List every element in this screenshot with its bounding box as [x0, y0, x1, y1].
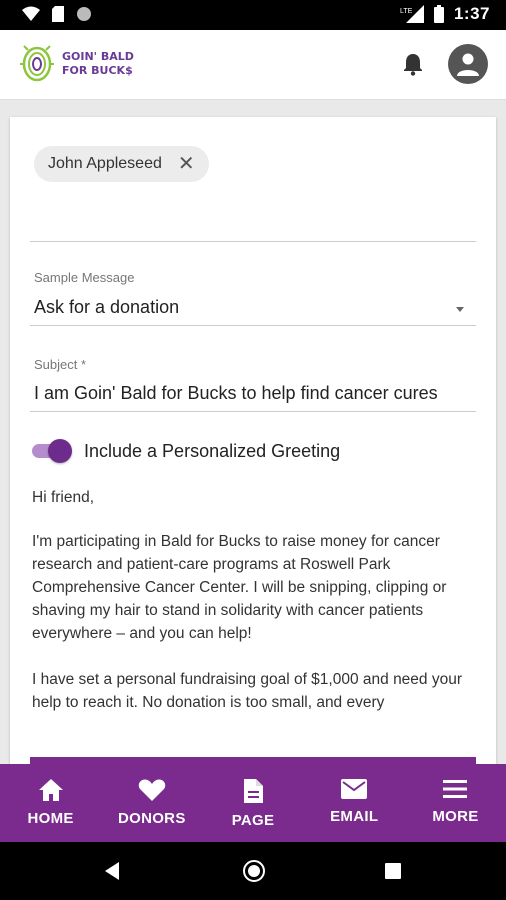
nav-donors-label: DONORS	[117, 810, 186, 827]
menu-icon	[443, 780, 468, 798]
logo-line-2: FOR BUCK$	[62, 64, 133, 77]
nav-page-label: PAGE	[231, 812, 275, 829]
sample-message-label: Sample Message	[34, 270, 135, 285]
subject-input[interactable]: I am Goin' Bald for Bucks to help find c…	[34, 383, 480, 404]
nav-email[interactable]: EMAIL	[304, 764, 405, 842]
sample-message-select[interactable]: Ask for a donation	[34, 297, 179, 318]
app-bar: GOIN' BALD FOR BUCK$	[0, 30, 506, 100]
compose-card: John Appleseed ✕ Sample Message Ask for …	[10, 117, 496, 764]
subject-label: Subject *	[34, 357, 87, 372]
nav-donors[interactable]: DONORS	[101, 764, 202, 842]
lte-signal-icon: LTE	[400, 5, 424, 23]
message-paragraph-1[interactable]: I'm participating in Bald for Bucks to r…	[32, 530, 482, 645]
compose-email-screen: John Appleseed ✕ Sample Message Ask for …	[0, 101, 506, 764]
message-paragraph-2[interactable]: I have set a personal fundraising goal o…	[32, 668, 482, 714]
remove-recipient-icon[interactable]: ✕	[178, 154, 195, 174]
nav-home[interactable]: HOME	[0, 764, 101, 842]
battery-icon	[433, 5, 444, 23]
notifications-bell-icon[interactable]	[402, 52, 424, 76]
nav-email-label: EMAIL	[330, 808, 379, 825]
back-icon[interactable]	[103, 861, 121, 881]
personalized-greeting-toggle[interactable]	[32, 439, 72, 463]
dropdown-arrow-icon[interactable]	[456, 307, 464, 312]
clock: 1:37	[453, 4, 490, 23]
logo-text: GOIN' BALD FOR BUCK$	[62, 50, 134, 78]
logo-mark-icon	[20, 45, 54, 82]
person-icon	[457, 53, 479, 76]
sd-card-icon	[52, 6, 64, 22]
nav-more-label: MORE	[432, 808, 479, 825]
subject-underline	[30, 411, 476, 412]
greeting-text[interactable]: Hi friend,	[32, 486, 482, 509]
account-avatar[interactable]	[448, 44, 488, 84]
bottom-navigation: HOME DONORS PAGE EMAIL MORE	[0, 764, 506, 842]
wifi-icon	[22, 6, 40, 21]
svg-text:LTE: LTE	[400, 8, 413, 15]
recents-icon[interactable]	[385, 863, 401, 879]
nav-more[interactable]: MORE	[405, 764, 506, 842]
app-logo[interactable]: GOIN' BALD FOR BUCK$	[18, 42, 134, 86]
recipient-chip[interactable]: John Appleseed ✕	[34, 146, 209, 182]
home-circle-icon[interactable]	[242, 859, 266, 883]
nav-page[interactable]: PAGE	[202, 764, 303, 842]
home-icon	[38, 779, 63, 801]
sample-message-underline	[30, 325, 476, 326]
circle-notification-icon	[77, 7, 91, 21]
personalized-greeting-label: Include a Personalized Greeting	[84, 441, 341, 461]
nav-home-label: HOME	[27, 810, 74, 827]
page-icon	[244, 779, 263, 803]
recipient-chip-label: John Appleseed	[48, 155, 162, 172]
email-icon	[341, 779, 368, 799]
status-bar: LTE 1:37	[0, 0, 506, 30]
toggle-knob	[48, 439, 72, 463]
recipient-field-underline	[30, 241, 476, 242]
logo-line-1: GOIN' BALD	[62, 50, 134, 63]
heart-icon	[138, 779, 166, 801]
send-button-edge[interactable]	[30, 757, 476, 764]
system-navigation-bar	[0, 842, 506, 900]
